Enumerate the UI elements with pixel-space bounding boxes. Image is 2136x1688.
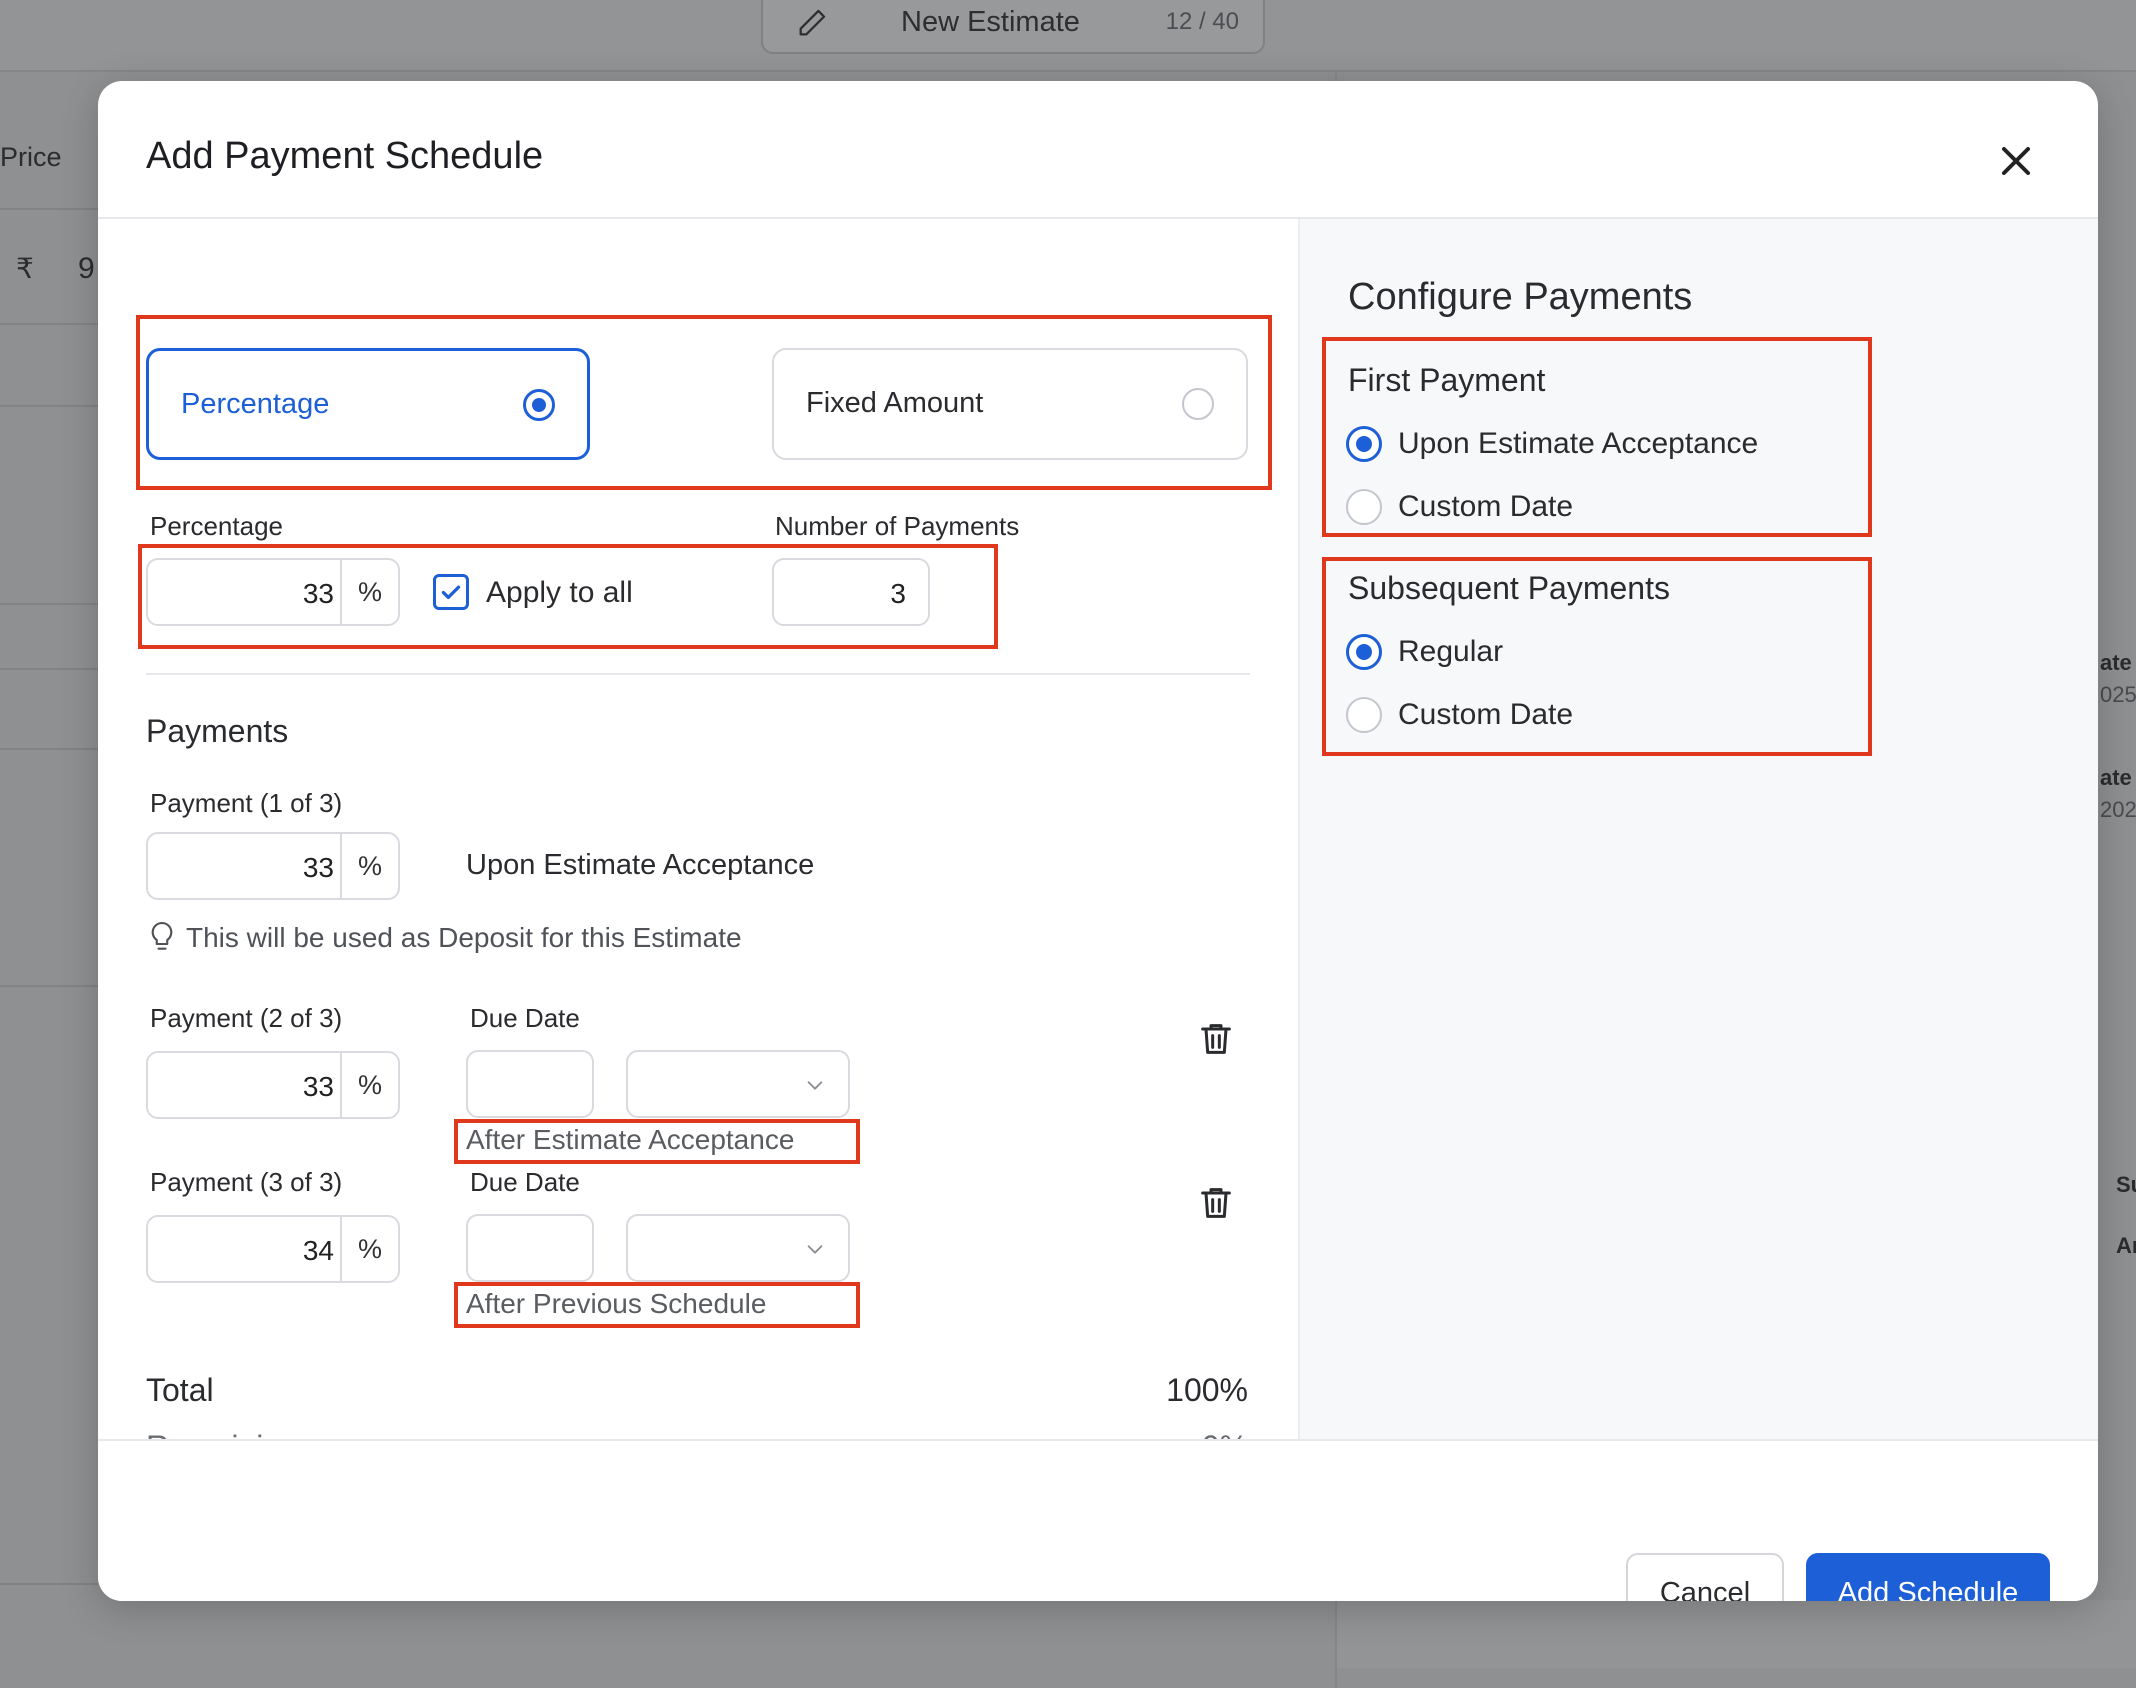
- subsequent-regular-radio[interactable]: [1346, 634, 1382, 670]
- delete-payment-3-trash-icon[interactable]: [1196, 1183, 1236, 1223]
- fixed-amount-type-radio[interactable]: [1182, 388, 1214, 420]
- payment-2-due-unit-select[interactable]: [626, 1050, 850, 1118]
- percent-suffix: %: [340, 1053, 398, 1117]
- cancel-button[interactable]: Cancel: [1626, 1553, 1784, 1601]
- bg-price-header: Price: [0, 142, 62, 172]
- payment-1-value: 33: [302, 852, 334, 883]
- payment-3-due-date-label: Due Date: [470, 1167, 580, 1197]
- payment-3-percent-input[interactable]: 34 %: [146, 1215, 400, 1283]
- payment-3-due-note: After Previous Schedule: [466, 1288, 767, 1319]
- payment-2-label: Payment (2 of 3): [150, 1003, 343, 1033]
- percentage-type-radio[interactable]: [523, 389, 555, 421]
- percent-suffix: %: [340, 560, 398, 624]
- payment-2-percent-input[interactable]: 33 %: [146, 1051, 400, 1119]
- section-divider: [146, 673, 1250, 675]
- bg-right-value: 202: [2100, 797, 2136, 822]
- chevron-down-icon: [807, 1245, 823, 1254]
- bg-divider: [0, 208, 98, 210]
- payment-3-value: 34: [302, 1235, 334, 1266]
- percent-suffix: %: [340, 1217, 398, 1281]
- subsequent-payments-title: Subsequent Payments: [1348, 570, 1670, 606]
- percentage-type-card[interactable]: Percentage: [146, 348, 590, 460]
- bg-currency-symbol: ₹: [16, 253, 34, 284]
- subsequent-custom-date-label: Custom Date: [1398, 698, 1574, 731]
- configure-payments-panel: Configure Payments First Payment Upon Es…: [1298, 219, 2098, 1439]
- deposit-hint: This will be used as Deposit for this Es…: [186, 922, 742, 953]
- first-payment-custom-date-label: Custom Date: [1398, 490, 1574, 523]
- total-value: 100%: [1166, 1372, 1248, 1408]
- first-payment-title: First Payment: [1348, 362, 1546, 398]
- modal-header: Add Payment Schedule: [98, 81, 2098, 219]
- bg-divider: [0, 668, 98, 670]
- num-payments-input[interactable]: 3: [772, 558, 930, 626]
- total-label: Total: [146, 1372, 214, 1408]
- bg-estimate-title: New Estimate: [901, 6, 1080, 38]
- add-schedule-button[interactable]: Add Schedule: [1806, 1553, 2050, 1601]
- bg-right-label: ate: [2100, 650, 2132, 675]
- first-payment-custom-date-radio[interactable]: [1346, 489, 1382, 525]
- fixed-amount-type-card[interactable]: Fixed Amount: [772, 348, 1248, 460]
- pencil-icon: [799, 9, 826, 36]
- bg-divider: [0, 1583, 98, 1585]
- payment-1-label: Payment (1 of 3): [150, 788, 343, 818]
- bg-divider: [0, 323, 98, 325]
- payment-3-due-unit-select[interactable]: [626, 1214, 850, 1282]
- bg-divider: [0, 405, 98, 407]
- configure-payments-title: Configure Payments: [1348, 276, 1693, 318]
- percentage-type-label: Percentage: [181, 388, 330, 420]
- check-icon: [441, 585, 461, 600]
- modal-footer: Cancel Add Schedule: [98, 1439, 2098, 1601]
- payment-1-trigger: Upon Estimate Acceptance: [466, 849, 815, 881]
- apply-to-all-label: Apply to all: [486, 576, 633, 609]
- percentage-input[interactable]: 33 %: [146, 558, 400, 626]
- close-icon[interactable]: [1998, 143, 2034, 179]
- payment-1-percent-input[interactable]: 33 %: [146, 832, 400, 900]
- payment-3-due-number-input[interactable]: [466, 1214, 594, 1282]
- modal-title: Add Payment Schedule: [146, 135, 544, 177]
- bg-right-label: Su: [2116, 1172, 2136, 1197]
- delete-payment-2-trash-icon[interactable]: [1196, 1019, 1236, 1059]
- payment-3-label: Payment (3 of 3): [150, 1167, 343, 1197]
- bg-divider: [0, 748, 98, 750]
- payment-2-due-date-label: Due Date: [470, 1003, 580, 1033]
- bg-estimate-counter: 12 / 40: [1165, 8, 1239, 35]
- bg-right-label: ate: [2100, 765, 2132, 790]
- bg-estimate-title-field: New Estimate 12 / 40: [761, 0, 1265, 54]
- num-payments-label: Number of Payments: [775, 511, 1020, 541]
- subsequent-custom-date-radio[interactable]: [1346, 697, 1382, 733]
- bg-price-digit: 9: [78, 252, 95, 285]
- fixed-amount-type-label: Fixed Amount: [806, 387, 984, 419]
- percentage-label: Percentage: [150, 511, 283, 541]
- num-payments-value: 3: [890, 578, 906, 609]
- apply-to-all-checkbox[interactable]: [433, 574, 469, 610]
- percent-suffix: %: [340, 834, 398, 898]
- subsequent-regular-label: Regular: [1398, 635, 1504, 668]
- lightbulb-icon: [151, 921, 173, 950]
- bg-right-card: [1335, 1600, 2136, 1668]
- schedule-form: Percentage Fixed Amount Percentage Numbe…: [98, 219, 1298, 1465]
- chevron-down-icon: [807, 1081, 823, 1090]
- percentage-input-value: 33: [302, 578, 334, 609]
- first-payment-upon-acceptance-radio[interactable]: [1346, 426, 1382, 462]
- bg-divider: [0, 603, 98, 605]
- add-payment-schedule-modal: Add Payment Schedule Percentage Fixed Am…: [98, 81, 2098, 1601]
- bg-right-label: Ar: [2116, 1233, 2136, 1258]
- payment-2-due-note: After Estimate Acceptance: [466, 1124, 795, 1155]
- first-payment-upon-acceptance-label: Upon Estimate Acceptance: [1398, 427, 1759, 460]
- payment-2-due-number-input[interactable]: [466, 1050, 594, 1118]
- bg-right-value: 025: [2100, 682, 2136, 707]
- payment-2-value: 33: [302, 1071, 334, 1102]
- bg-divider: [0, 985, 98, 987]
- payments-title: Payments: [146, 713, 289, 749]
